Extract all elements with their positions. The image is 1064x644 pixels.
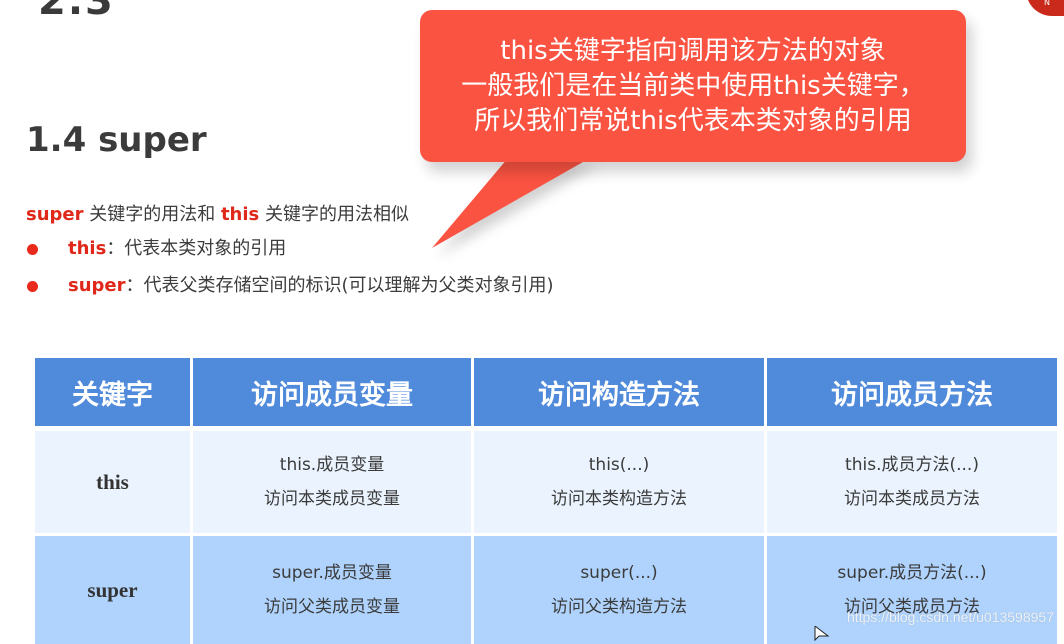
section-title: 1.4 super: [26, 120, 207, 160]
table-cell: this(...) 访问本类构造方法: [474, 431, 764, 536]
intro-keyword-this: this: [220, 204, 260, 225]
intro-text-1: 关键字的用法和: [83, 204, 221, 225]
table-row: this this.成员变量 访问本类成员变量 this(...) 访问本类构造方法…: [35, 431, 1057, 536]
intro-keyword-super: super: [26, 204, 84, 225]
comparison-table: 关键字 访问成员变量 访问构造方法 访问成员方法 this this.成员变量访…: [32, 358, 1060, 644]
bullet-keyword: this: [68, 238, 107, 259]
cell-code: super.成员变量: [272, 563, 392, 583]
row-keyword: super: [35, 536, 190, 644]
bullet-keyword: super: [68, 275, 126, 296]
row-keyword: this: [35, 431, 190, 536]
table-cell: this.成员方法(...) 访问本类成员方法: [767, 431, 1057, 536]
intro-text-2: 关键字的用法相似: [259, 204, 409, 225]
bullet-list: this：代表本类对象的引用 super：代表父类存储空间的标识(可以理解为父类…: [26, 235, 554, 309]
cell-code: this.成员方法(...): [845, 455, 979, 475]
bullet-item-super: super：代表父类存储空间的标识(可以理解为父类对象引用): [26, 272, 554, 309]
cell-code: this.成员变量: [279, 455, 385, 475]
corner-badge-text: N: [1044, 0, 1050, 7]
cell-code: super(...): [580, 563, 658, 583]
callout-line: 一般我们是在当前类中使用this关键字，: [461, 71, 925, 101]
bullet-text: ：代表父类存储空间的标识(可以理解为父类对象引用): [125, 275, 554, 296]
corner-badge: N: [1026, 0, 1064, 16]
bullet-text: ：代表本类对象的引用: [106, 238, 287, 259]
cell-code: this(...): [588, 455, 650, 475]
table-cell: super.成员方法(...) 访问父类成员方法: [767, 536, 1057, 644]
header-member-variable: 访问成员变量: [193, 358, 471, 431]
cell-desc: 访问本类构造方法: [551, 489, 687, 509]
table-row: super super.成员变量 访问父类成员变量 super(...) 访问父类构…: [35, 536, 1057, 644]
header-member-method: 访问成员方法: [767, 358, 1057, 431]
callout-line: this关键字指向调用该方法的对象: [500, 36, 886, 66]
callout-bubble: this关键字指向调用该方法的对象 一般我们是在当前类中使用this关键字， 所…: [420, 10, 966, 162]
cell-desc: 访问本类成员方法: [844, 489, 980, 509]
cell-desc: 访问本类成员变量: [264, 489, 400, 509]
header-constructor: 访问构造方法: [474, 358, 764, 431]
watermark: https://blog.csdn.net/u013598957: [846, 609, 1054, 625]
header-keyword: 关键字: [35, 358, 190, 431]
bullet-item-this: this：代表本类对象的引用: [26, 235, 554, 272]
bullet-dot-icon: [27, 281, 38, 292]
table-cell: super(...) 访问父类构造方法: [474, 536, 764, 644]
bullet-dot-icon: [27, 244, 38, 255]
cell-desc: 访问父类成员变量: [264, 597, 400, 617]
table-cell: this.成员变量 访问本类成员变量: [193, 431, 471, 536]
intro-sentence: super 关键字的用法和 this 关键字的用法相似: [26, 200, 409, 226]
callout-line: 所以我们常说this代表本类对象的引用: [474, 106, 912, 136]
cell-code: super.成员方法(...): [837, 563, 987, 583]
previous-heading-fragment: 2.3: [38, 0, 115, 24]
cell-desc: 访问父类构造方法: [551, 597, 687, 617]
table-cell: super.成员变量 访问父类成员变量: [193, 536, 471, 644]
table-header-row: 关键字 访问成员变量 访问构造方法 访问成员方法: [35, 358, 1057, 431]
